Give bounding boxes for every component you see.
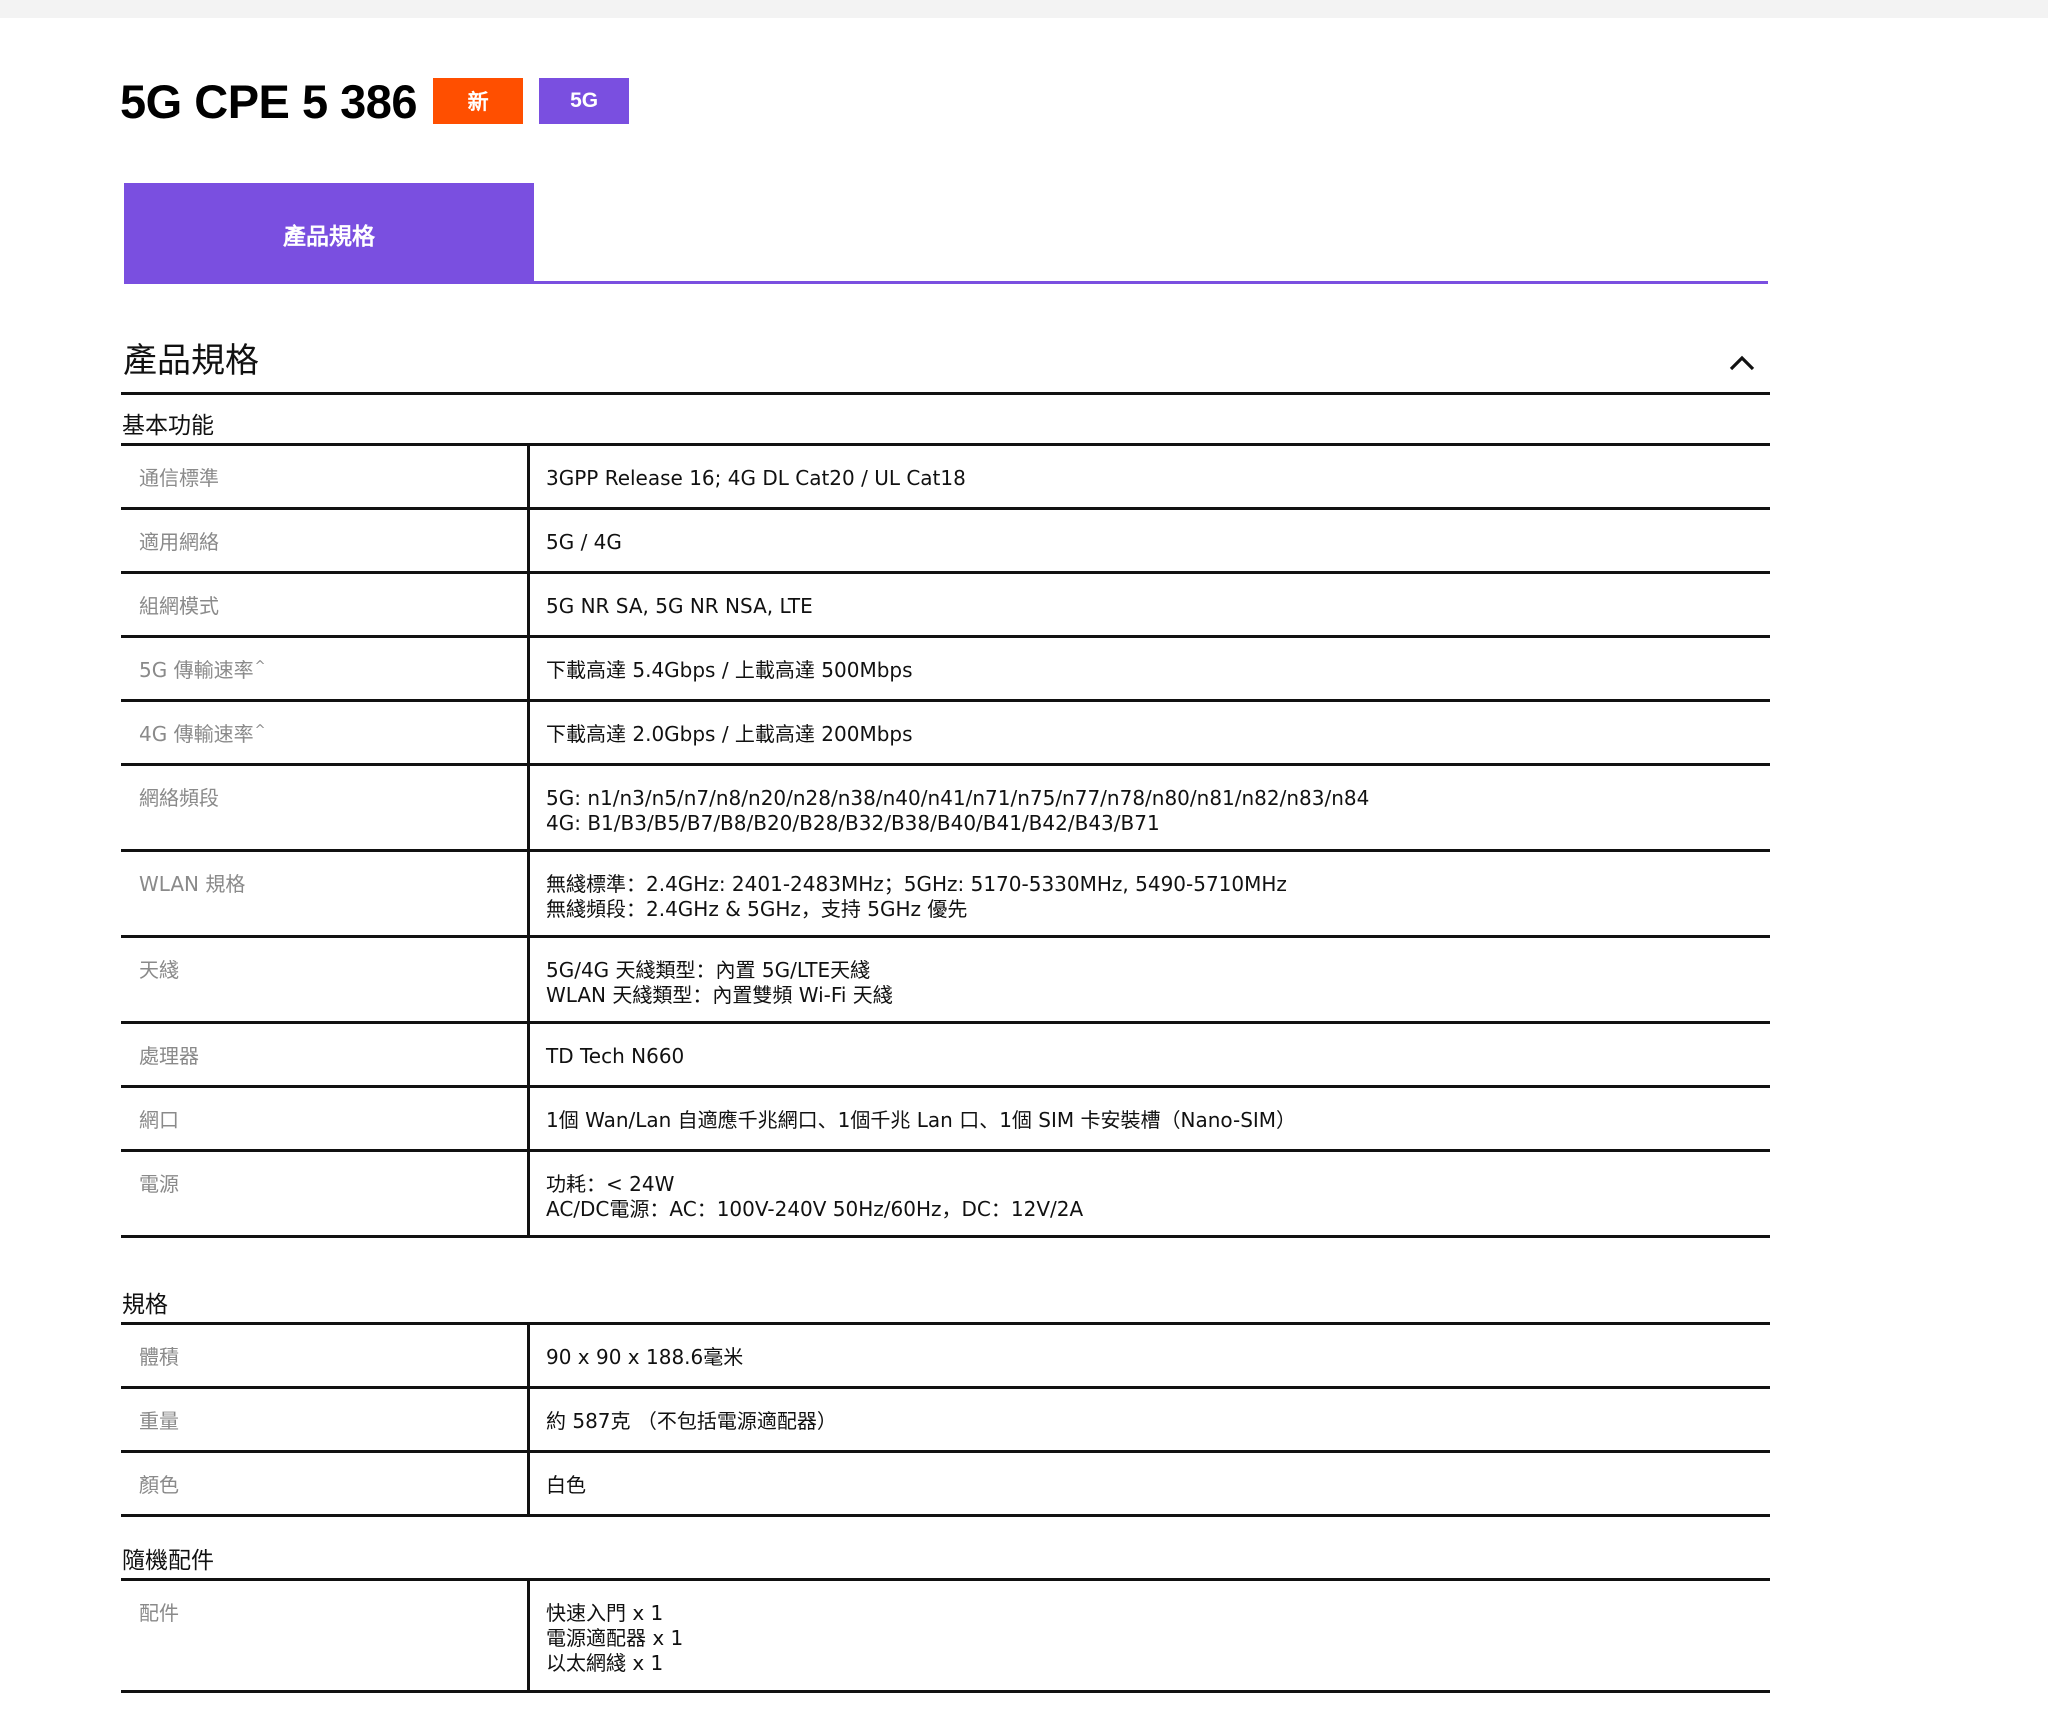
tab-product-specs[interactable]: 產品規格 <box>124 183 534 284</box>
group-title: 基本功能 <box>122 413 214 439</box>
table-row: 網絡頻段 5G: n1/n3/n5/n7/n8/n20/n28/n38/n40/… <box>121 766 1770 852</box>
spec-label: 通信標準 <box>121 446 530 507</box>
spec-label: 處理器 <box>121 1024 530 1085</box>
spec-table: 體積 90 x 90 x 188.6毫米 重量 約 587克 （不包括電源適配器… <box>121 1322 1770 1517</box>
spec-value: 5G / 4G <box>546 530 622 554</box>
spec-label: 配件 <box>121 1581 530 1690</box>
spec-label: 體積 <box>121 1325 530 1386</box>
spec-value: 無綫標準：2.4GHz: 2401-2483MHz；5GHz: 5170-533… <box>546 872 1287 921</box>
spec-value: 功耗：< 24W AC/DC電源：AC：100V-240V 50Hz/60Hz，… <box>546 1172 1084 1221</box>
spec-value: 約 587克 （不包括電源適配器） <box>546 1409 837 1433</box>
table-row: 體積 90 x 90 x 188.6毫米 <box>121 1325 1770 1389</box>
table-row: 顏色 白色 <box>121 1453 1770 1517</box>
spec-value: 下載高達 2.0Gbps / 上載高達 200Mbps <box>546 722 913 746</box>
new-badge: 新 <box>433 78 524 124</box>
spec-label: 4G 傳輸速率^ <box>121 702 530 763</box>
spec-value: 快速入門 x 1 電源適配器 x 1 以太網綫 x 1 <box>546 1601 684 1675</box>
spec-label: WLAN 規格 <box>121 852 530 935</box>
table-row: 電源 功耗：< 24W AC/DC電源：AC：100V-240V 50Hz/60… <box>121 1152 1770 1238</box>
spec-value: TD Tech N660 <box>546 1044 685 1068</box>
group-accessories: 隨機配件 配件 快速入門 x 1 電源適配器 x 1 以太網綫 x 1 <box>121 1538 1770 1693</box>
table-row: 組網模式 5G NR SA, 5G NR NSA, LTE <box>121 574 1770 638</box>
spec-label: 網絡頻段 <box>121 766 530 849</box>
table-row: 4G 傳輸速率^ 下載高達 2.0Gbps / 上載高達 200Mbps <box>121 702 1770 766</box>
product-title: 5G CPE 5 386 <box>120 74 418 128</box>
footnote-mark: ^ <box>254 659 266 674</box>
spec-value: 3GPP Release 16; 4G DL Cat20 / UL Cat18 <box>546 466 966 490</box>
spec-label: 5G 傳輸速率^ <box>121 638 530 699</box>
browser-top-strip <box>0 0 2048 18</box>
table-row: 天綫 5G/4G 天綫類型：內置 5G/LTE天綫 WLAN 天綫類型：內置雙頻… <box>121 938 1770 1024</box>
spec-table: 配件 快速入門 x 1 電源適配器 x 1 以太網綫 x 1 <box>121 1578 1770 1693</box>
spec-value: 5G: n1/n3/n5/n7/n8/n20/n28/n38/n40/n41/n… <box>546 786 1370 835</box>
tab-underline <box>124 281 1768 284</box>
table-row: 重量 約 587克 （不包括電源適配器） <box>121 1389 1770 1453</box>
spec-label: 重量 <box>121 1389 530 1450</box>
table-row: 配件 快速入門 x 1 電源適配器 x 1 以太網綫 x 1 <box>121 1581 1770 1693</box>
spec-label: 電源 <box>121 1152 530 1235</box>
table-row: WLAN 規格 無綫標準：2.4GHz: 2401-2483MHz；5GHz: … <box>121 852 1770 938</box>
spec-value: 白色 <box>546 1473 586 1497</box>
footnote-mark: ^ <box>254 723 266 738</box>
group-title: 規格 <box>122 1292 168 1318</box>
chevron-up-icon[interactable] <box>1728 349 1756 377</box>
spec-label: 天綫 <box>121 938 530 1021</box>
spec-value: 5G NR SA, 5G NR NSA, LTE <box>546 594 813 618</box>
group-dimensions: 規格 體積 90 x 90 x 188.6毫米 重量 約 587克 （不包括電源… <box>121 1282 1770 1517</box>
table-row: 處理器 TD Tech N660 <box>121 1024 1770 1088</box>
spec-label: 顏色 <box>121 1453 530 1514</box>
table-row: 適用網絡 5G / 4G <box>121 510 1770 574</box>
spec-label: 適用網絡 <box>121 510 530 571</box>
table-row: 網口 1個 Wan/Lan 自適應千兆網口、1個千兆 Lan 口、1個 SIM … <box>121 1088 1770 1152</box>
spec-label: 網口 <box>121 1088 530 1149</box>
table-row: 通信標準 3GPP Release 16; 4G DL Cat20 / UL C… <box>121 446 1770 510</box>
spec-table: 通信標準 3GPP Release 16; 4G DL Cat20 / UL C… <box>121 443 1770 1238</box>
group-title: 隨機配件 <box>122 1548 214 1574</box>
spec-value: 5G/4G 天綫類型：內置 5G/LTE天綫 WLAN 天綫類型：內置雙頻 Wi… <box>546 958 893 1007</box>
tab-bar: 產品規格 <box>124 183 1768 284</box>
table-row: 5G 傳輸速率^ 下載高達 5.4Gbps / 上載高達 500Mbps <box>121 638 1770 702</box>
specs-section-header[interactable]: 產品規格 <box>121 325 1770 395</box>
product-header: 5G CPE 5 386 新 5G <box>120 74 645 128</box>
group-basic-functions: 基本功能 通信標準 3GPP Release 16; 4G DL Cat20 /… <box>121 403 1770 1238</box>
spec-value: 下載高達 5.4Gbps / 上載高達 500Mbps <box>546 658 913 682</box>
spec-value: 1個 Wan/Lan 自適應千兆網口、1個千兆 Lan 口、1個 SIM 卡安裝… <box>546 1108 1297 1132</box>
spec-value: 90 x 90 x 188.6毫米 <box>546 1345 744 1369</box>
section-title: 產品規格 <box>123 341 259 381</box>
5g-badge: 5G <box>539 78 630 124</box>
spec-label: 組網模式 <box>121 574 530 635</box>
